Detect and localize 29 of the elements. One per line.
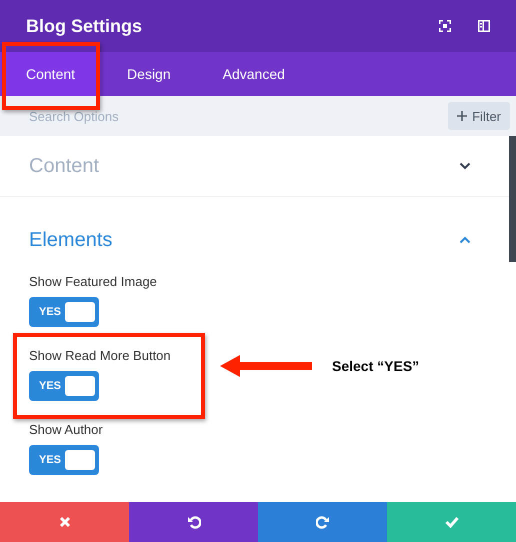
option-label: Show Featured Image bbox=[29, 274, 157, 289]
window-title: Blog Settings bbox=[26, 16, 143, 36]
scrollbar[interactable] bbox=[509, 136, 516, 262]
redo-button[interactable] bbox=[258, 502, 387, 542]
callout-text: Select “YES” bbox=[332, 358, 420, 374]
arrow-icon bbox=[220, 355, 312, 377]
toggle-switch[interactable]: YES bbox=[29, 445, 99, 475]
option-label: Show Author bbox=[29, 422, 103, 437]
cancel-button[interactable] bbox=[0, 502, 129, 542]
chevron-up-icon[interactable] bbox=[459, 236, 471, 244]
undo-button[interactable] bbox=[129, 502, 258, 542]
section-title[interactable]: Elements bbox=[29, 228, 112, 252]
tab[interactable]: Content bbox=[0, 52, 102, 96]
close-icon bbox=[58, 516, 70, 528]
tab[interactable]: Design bbox=[101, 52, 197, 96]
save-button[interactable] bbox=[387, 502, 516, 542]
redo-icon bbox=[316, 515, 330, 529]
chevron-down-icon[interactable] bbox=[459, 162, 471, 170]
sidebar-icon[interactable] bbox=[478, 20, 490, 32]
check-icon bbox=[444, 516, 458, 528]
plus-icon bbox=[457, 111, 468, 121]
undo-icon bbox=[186, 515, 200, 529]
toggle-switch[interactable]: YES bbox=[29, 371, 99, 401]
filter-button[interactable]: Filter bbox=[448, 102, 510, 130]
tab[interactable]: Advanced bbox=[196, 52, 311, 96]
toggle-switch[interactable]: YES bbox=[29, 297, 99, 327]
option-label: Show Read More Button bbox=[29, 348, 171, 363]
search-field[interactable]: Search Options Filter bbox=[0, 96, 516, 136]
fullscreen-icon[interactable] bbox=[439, 20, 451, 32]
